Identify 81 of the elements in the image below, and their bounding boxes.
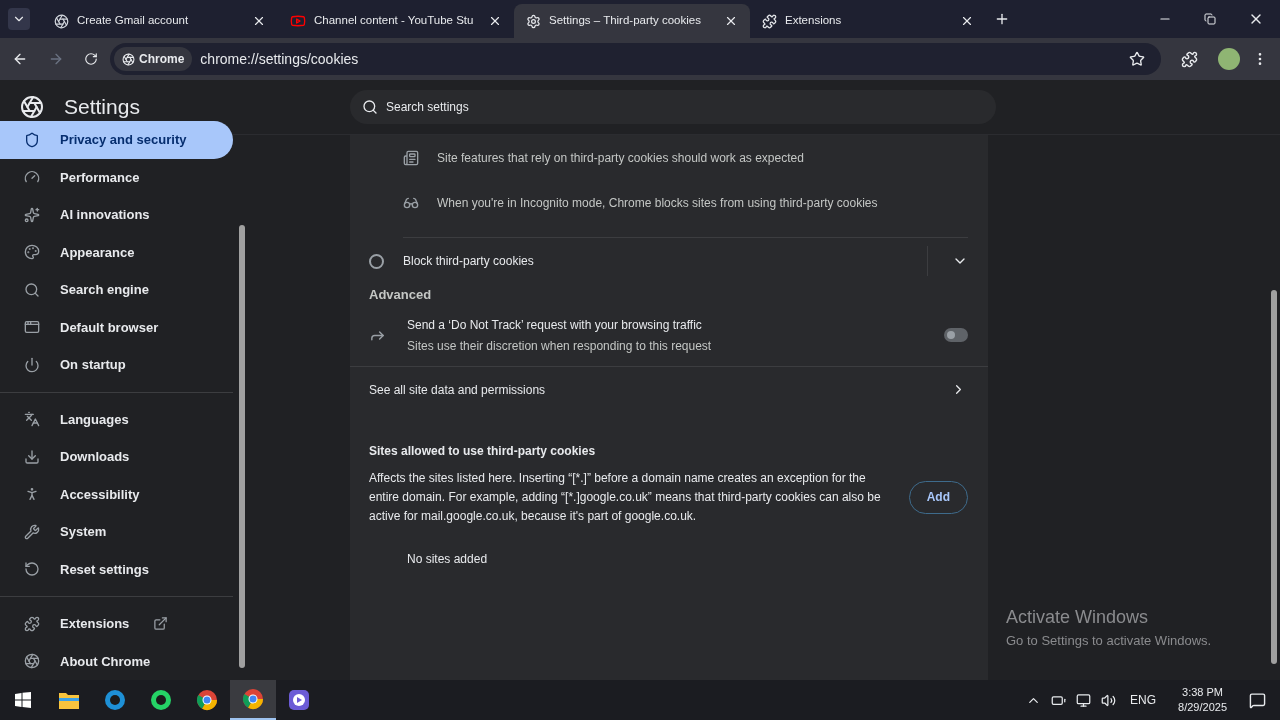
translate-icon: [24, 411, 40, 428]
tab-search-button[interactable]: [8, 8, 30, 30]
search-field[interactable]: Search settings: [350, 90, 996, 124]
shield-icon: [24, 131, 40, 148]
sidebar-item[interactable]: On startup: [0, 346, 233, 384]
notifications-icon[interactable]: [1249, 691, 1266, 709]
back-icon[interactable]: [12, 51, 28, 67]
sidebar-item[interactable]: Default browser: [0, 308, 233, 346]
sidebar-item[interactable]: Languages: [0, 400, 233, 438]
profile-avatar[interactable]: [1218, 48, 1240, 70]
link-row[interactable]: See all site data and permissions: [350, 366, 988, 413]
browser-tab[interactable]: Channel content - YouTube Stu: [278, 4, 514, 38]
power-icon: [24, 356, 40, 373]
sparkles-icon: [24, 206, 40, 223]
page-title: Settings: [64, 94, 140, 121]
empty-list-text: No sites added: [406, 550, 489, 568]
tab-title: Extensions: [785, 13, 843, 29]
sidebar-item[interactable]: Search engine: [0, 271, 233, 309]
radio-option[interactable]: Block third-party cookies: [350, 238, 988, 284]
play-icon: [290, 13, 306, 29]
windows-logo-icon: [15, 692, 31, 708]
settings-icon: [526, 13, 541, 29]
section-description: Affects the sites listed here. Inserting “[*.]” before a domain name creates an exception for the entire domain. For example, adding “[*.]google.co.uk” means that third-party cookies can also be active for mail.google.co.uk, because it's part of google.co.uk.: [369, 469, 882, 525]
sidebar-item[interactable]: Extensions: [0, 605, 233, 643]
tab-title: Settings – Third-party cookies: [549, 13, 702, 29]
window-icon: [24, 319, 40, 336]
search-icon: [24, 281, 40, 298]
close-icon[interactable]: [724, 14, 738, 28]
activation-subtitle: Go to Settings to activate Windows.: [1006, 631, 1213, 650]
folder-icon: [58, 690, 80, 710]
close-icon[interactable]: [252, 14, 266, 28]
sidebar-item[interactable]: Downloads: [0, 438, 233, 476]
sidebar-item[interactable]: Privacy and security: [0, 121, 233, 159]
wrench-icon: [24, 523, 40, 540]
sidebar-item[interactable]: Accessibility: [0, 475, 233, 513]
tab-title: Channel content - YouTube Stu: [314, 13, 475, 29]
sidebar-item[interactable]: Appearance: [0, 233, 233, 271]
sidebar-item[interactable]: AI innovations: [0, 196, 233, 234]
aperture-icon: [54, 13, 69, 29]
restore-icon[interactable]: [1204, 13, 1216, 25]
person-icon: [24, 486, 40, 503]
sidebar-item[interactable]: Reset settings: [0, 550, 233, 588]
volume-icon[interactable]: [1101, 692, 1117, 708]
palette-icon: [24, 244, 40, 261]
browser-tab[interactable]: Create Gmail account: [42, 4, 278, 38]
download-icon: [24, 448, 40, 465]
info-text: When you're in Incognito mode, Chrome blocks sites from using third-party cookies: [437, 194, 878, 212]
extensions-icon[interactable]: [1181, 50, 1198, 68]
section-heading: Advanced: [368, 286, 433, 304]
setting-title: Send a ‘Do Not Track’ request with your browsing traffic: [407, 316, 703, 334]
network-icon[interactable]: [1076, 692, 1092, 708]
search-icon: [362, 99, 378, 115]
puzzle-icon: [762, 13, 777, 29]
tab-title: Create Gmail account: [77, 13, 190, 29]
section-heading: Sites allowed to use third-party cookies: [368, 442, 597, 460]
browser-tab[interactable]: Extensions: [750, 4, 986, 38]
info-text: Site features that rely on third-party cookies should work as expected: [437, 149, 804, 167]
reset-icon: [24, 561, 40, 578]
toggle-switch[interactable]: [944, 328, 968, 342]
browser-tab[interactable]: Settings – Third-party cookies: [514, 4, 750, 38]
option-label: Block third-party cookies: [403, 253, 535, 270]
video-app-icon: [288, 689, 310, 711]
close-icon[interactable]: [488, 14, 502, 28]
reload-icon[interactable]: [84, 52, 98, 66]
close-icon[interactable]: [960, 14, 974, 28]
sidebar-item[interactable]: Performance: [0, 158, 233, 196]
site-chip[interactable]: Chrome: [114, 47, 193, 71]
sidebar-item[interactable]: About Chrome: [0, 642, 233, 680]
setting-subtitle: Sites use their discretion when responding to this request: [407, 337, 713, 355]
address-bar[interactable]: Chrome chrome://settings/cookies: [110, 43, 1161, 75]
language-indicator[interactable]: ENG: [1130, 691, 1157, 709]
activation-title: Activate Windows: [1006, 605, 1150, 629]
clock[interactable]: 3:38 PM 8/29/2025: [1178, 685, 1227, 715]
external-link-icon: [153, 616, 169, 632]
taskbar-app[interactable]: [230, 680, 276, 720]
sidebar-item[interactable]: System: [0, 513, 233, 551]
bookmark-star-icon[interactable]: [1129, 51, 1145, 67]
radio-button[interactable]: [369, 253, 384, 269]
new-tab-icon[interactable]: [994, 11, 1010, 27]
puzzle-icon: [24, 615, 40, 632]
url-text: chrome://settings/cookies: [200, 49, 359, 69]
